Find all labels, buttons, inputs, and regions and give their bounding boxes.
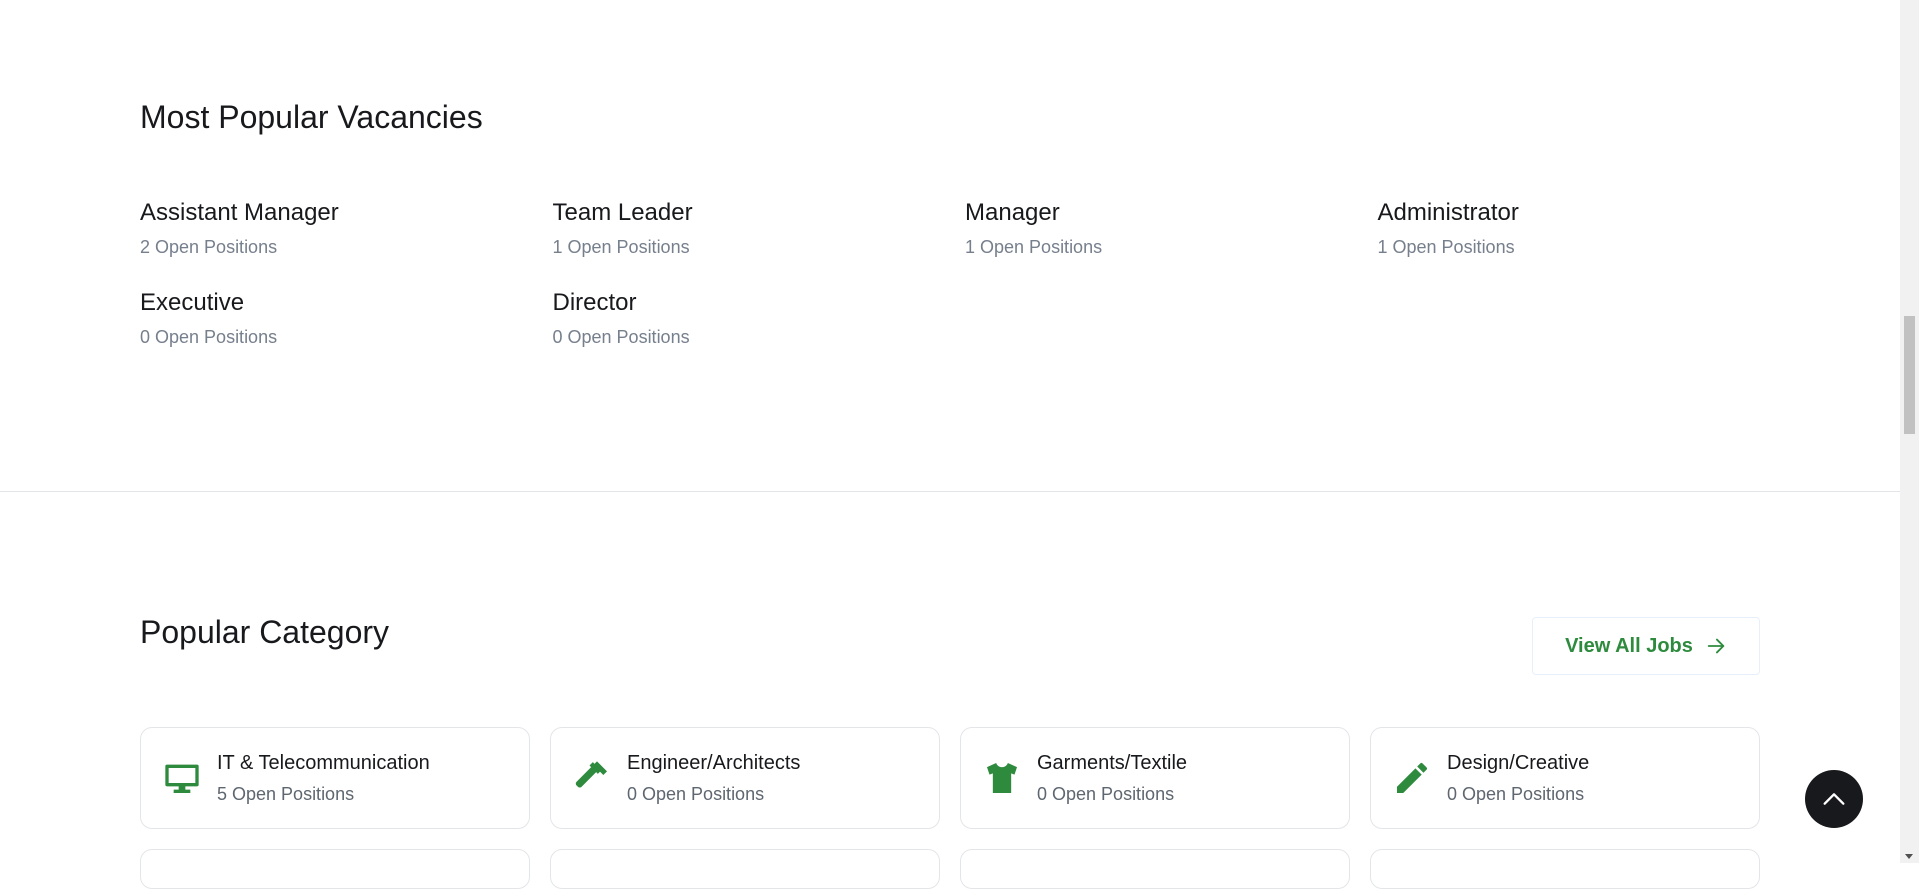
vacancy-count: 2 Open Positions: [140, 237, 278, 257]
vacancy-item[interactable]: Administrator 1 Open Positions: [1378, 196, 1791, 260]
category-grid-row-partial: [140, 849, 1760, 889]
monitor-icon: [161, 757, 203, 799]
view-all-jobs-label: View All Jobs: [1565, 634, 1693, 657]
vacancy-name[interactable]: Team Leader: [553, 196, 966, 230]
section-divider: [0, 491, 1900, 492]
vertical-scrollbar[interactable]: [1900, 0, 1919, 863]
vacancy-item[interactable]: Director 0 Open Positions: [553, 286, 966, 350]
scroll-down-arrow-icon[interactable]: [1905, 854, 1913, 859]
vacancy-name[interactable]: Director: [553, 286, 966, 320]
category-name: Garments/Textile: [1037, 752, 1188, 774]
category-card[interactable]: [140, 849, 530, 889]
vacancy-name[interactable]: Administrator: [1378, 196, 1791, 230]
back-to-top-button[interactable]: [1805, 770, 1863, 828]
vacancies-grid: Assistant Manager 2 Open Positions Team …: [140, 196, 1760, 350]
vacancy-name[interactable]: Assistant Manager: [140, 196, 553, 230]
vacancy-item[interactable]: Team Leader 1 Open Positions: [553, 196, 966, 260]
category-card[interactable]: Garments/Textile 0 Open Positions: [960, 727, 1350, 829]
category-name: Design/Creative: [1447, 752, 1590, 774]
view-all-jobs-button[interactable]: View All Jobs: [1532, 617, 1760, 675]
category-count: 0 Open Positions: [627, 784, 765, 804]
category-card[interactable]: [960, 849, 1350, 889]
category-grid: IT & Telecommunication 5 Open Positions …: [140, 727, 1760, 829]
vacancy-item[interactable]: Manager 1 Open Positions: [965, 196, 1378, 260]
pencil-icon: [1391, 757, 1433, 799]
category-card[interactable]: [1370, 849, 1760, 889]
vacancy-count: 0 Open Positions: [552, 327, 690, 347]
vacancies-title: Most Popular Vacancies: [140, 99, 483, 135]
category-card[interactable]: Engineer/Architects 0 Open Positions: [550, 727, 940, 829]
vacancy-item[interactable]: Assistant Manager 2 Open Positions: [140, 196, 553, 260]
category-name: IT & Telecommunication: [217, 752, 430, 774]
tshirt-icon: [981, 757, 1023, 799]
category-name: Engineer/Architects: [627, 752, 801, 774]
category-count: 0 Open Positions: [1447, 784, 1585, 804]
vacancy-count: 1 Open Positions: [1377, 237, 1515, 257]
vacancy-name[interactable]: Manager: [965, 196, 1378, 230]
scrollbar-thumb[interactable]: [1904, 316, 1915, 434]
category-count: 0 Open Positions: [1037, 784, 1175, 804]
vacancy-count: 0 Open Positions: [140, 327, 278, 347]
vacancy-name[interactable]: Executive: [140, 286, 553, 320]
hammer-icon: [571, 757, 613, 799]
category-count: 5 Open Positions: [217, 784, 355, 804]
vacancy-count: 1 Open Positions: [552, 237, 690, 257]
vacancy-item[interactable]: Executive 0 Open Positions: [140, 286, 553, 350]
category-card[interactable]: [550, 849, 940, 889]
category-card[interactable]: IT & Telecommunication 5 Open Positions: [140, 727, 530, 829]
vacancy-count: 1 Open Positions: [965, 237, 1103, 257]
page: Most Popular Vacancies Assistant Manager…: [0, 0, 1900, 889]
category-title: Popular Category: [140, 614, 390, 650]
chevron-up-icon: [1823, 793, 1845, 805]
category-card[interactable]: Design/Creative 0 Open Positions: [1370, 727, 1760, 829]
arrow-right-icon: [1707, 638, 1725, 654]
